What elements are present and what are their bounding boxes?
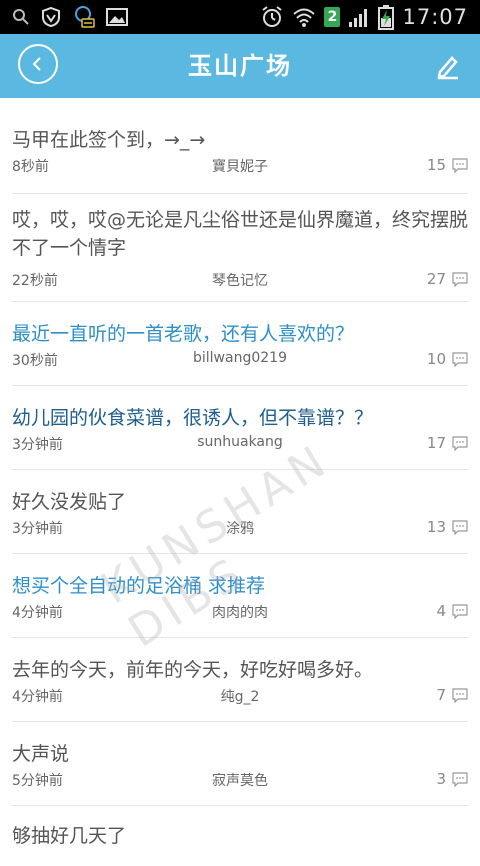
reply-count: 17 (426, 434, 446, 452)
post-item[interactable]: 想买个全自动的足浴桶 求推荐 4分钟前 肉肉的肉 4 (12, 554, 468, 638)
post-author: 寂声莫色 (212, 773, 268, 789)
shield-icon (40, 6, 62, 28)
alarm-icon (260, 5, 284, 29)
post-meta: 4分钟前 纯g_2 7 (12, 684, 468, 708)
signal-icon (348, 6, 370, 28)
status-bar: 2 17:07 (0, 0, 480, 34)
post-item[interactable]: 幼儿园的伙食菜谱，很诱人，但不靠谱？？ 3分钟前 sunhuakang 17 (12, 386, 468, 470)
status-time: 17:07 (402, 5, 468, 29)
post-item[interactable]: 去年的今天，前年的今天，好吃好喝多好。 4分钟前 纯g_2 7 (12, 638, 468, 722)
comment-icon (452, 158, 468, 177)
comment-icon (452, 772, 468, 791)
post-author: 琴色记忆 (212, 273, 268, 289)
wifi-icon (292, 6, 316, 28)
post-item[interactable]: 大声说 5分钟前 寂声莫色 3 (12, 722, 468, 806)
post-meta: 4分钟前 肉肉的肉 4 (12, 600, 468, 624)
post-title: 够抽好几天了 (12, 825, 127, 847)
reply-count: 10 (426, 350, 446, 368)
post-title: 想买个全自动的足浴桶 求推荐 (12, 575, 266, 597)
back-button[interactable] (18, 44, 58, 84)
post-meta: 3分钟前 sunhuakang 17 (12, 432, 468, 456)
post-meta: 30秒前 billwang0219 10 (12, 348, 468, 372)
post-list: 马甲在此签个到，→_→ 8秒前 寶貝妮子 15 哎，哎，哎@无论是凡尘俗世还是仙… (0, 98, 480, 866)
post-author: 寶貝妮子 (212, 159, 268, 175)
reply-count: 15 (426, 156, 446, 174)
post-author: billwang0219 (193, 350, 287, 366)
reply-count: 4 (436, 602, 446, 620)
post-item[interactable]: 最近一直听的一首老歌，还有人喜欢的？ 30秒前 billwang0219 10 (12, 302, 468, 386)
pencil-icon (434, 52, 462, 80)
comment-icon (452, 352, 468, 371)
comment-icon (452, 688, 468, 707)
battery-charging-icon (378, 4, 395, 30)
chevron-left-icon (30, 56, 46, 72)
post-item[interactable]: 马甲在此签个到，→_→ 8秒前 寶貝妮子 15 (12, 98, 468, 194)
post-author: 肉肉的肉 (212, 605, 268, 621)
comment-icon (452, 604, 468, 623)
compose-button[interactable] (434, 52, 462, 80)
post-meta: 3分钟前 涂鸦 13 (12, 516, 468, 540)
post-title: 去年的今天，前年的今天，好吃好喝多好。 (12, 659, 374, 681)
post-author: sunhuakang (197, 434, 283, 450)
reply-count: 13 (426, 518, 446, 536)
post-author: 纯g_2 (220, 689, 260, 705)
search-icon (12, 8, 30, 26)
sim-badge: 2 (324, 7, 341, 27)
post-meta: 5分钟前 寂声莫色 3 (12, 768, 468, 792)
post-meta: 8秒前 寶貝妮子 15 (12, 154, 468, 178)
post-author: 涂鸦 (226, 521, 254, 537)
post-item[interactable]: 够抽好几天了 (12, 806, 468, 866)
comment-icon (452, 272, 468, 291)
post-title: 最近一直听的一首老歌，还有人喜欢的？ (12, 323, 355, 345)
reply-count: 7 (436, 686, 446, 704)
page-title: 玉山广场 (188, 52, 292, 80)
chat-notification-icon (72, 5, 96, 29)
post-item[interactable]: 好久没发贴了 3分钟前 涂鸦 13 (12, 470, 468, 554)
comment-icon (452, 520, 468, 539)
status-right-icons: 2 17:07 (260, 3, 468, 31)
post-title: 哎，哎，哎@无论是凡尘俗世还是仙界魔道，终究摆脱不了一个情字 (12, 209, 469, 259)
post-title: 马甲在此签个到，→_→ (12, 129, 206, 151)
image-icon (106, 7, 128, 27)
post-item[interactable]: 哎，哎，哎@无论是凡尘俗世还是仙界魔道，终究摆脱不了一个情字 22秒前 琴色记忆… (12, 194, 468, 302)
post-title: 大声说 (12, 743, 70, 765)
comment-icon (452, 436, 468, 455)
status-left-icons (12, 5, 128, 29)
reply-count: 3 (436, 770, 446, 788)
post-meta: 22秒前 琴色记忆 27 (12, 268, 468, 292)
post-title: 幼儿园的伙食菜谱，很诱人，但不靠谱？？ (12, 407, 374, 429)
reply-count: 27 (426, 270, 446, 288)
app-header: 玉山广场 (0, 34, 480, 98)
post-title: 好久没发贴了 (12, 491, 127, 513)
